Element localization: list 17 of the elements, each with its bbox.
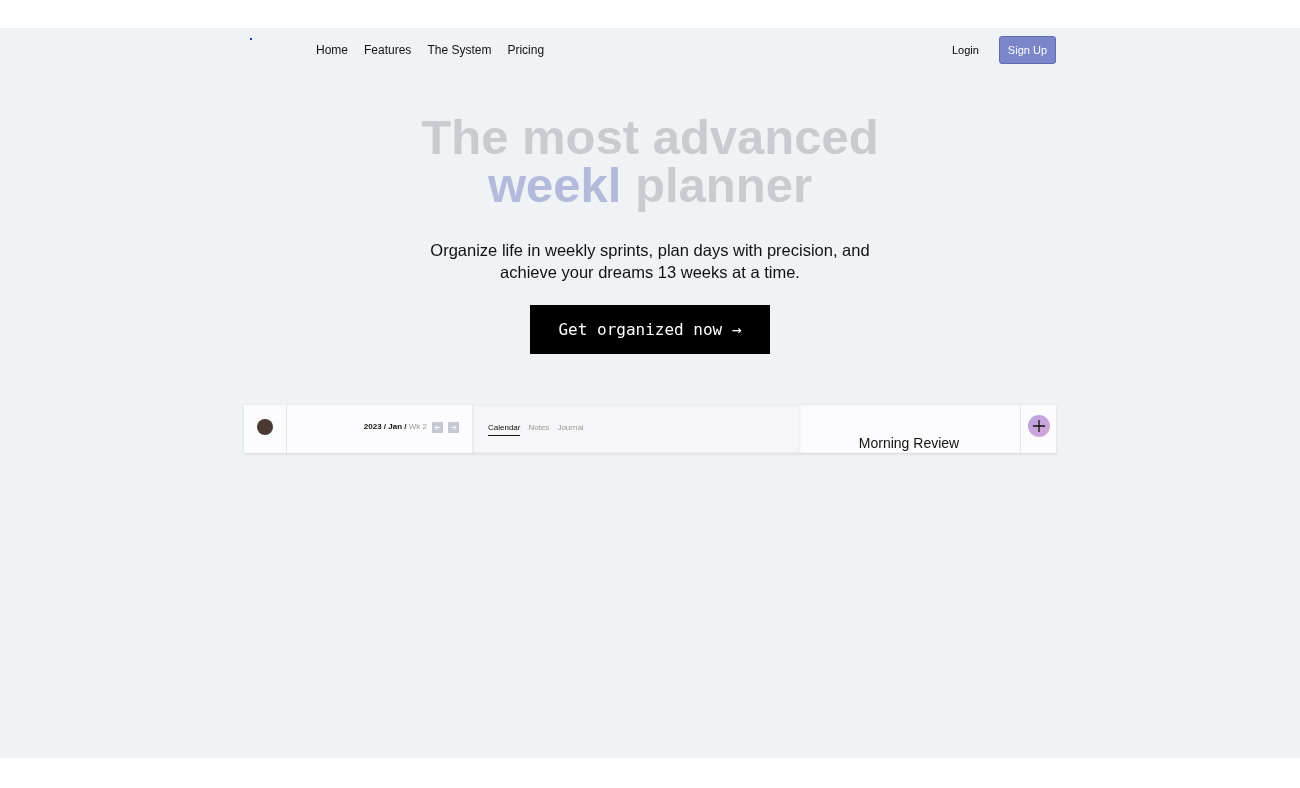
plus-icon xyxy=(1032,420,1045,432)
nav-link[interactable]: Home xyxy=(316,42,348,57)
subtitle: Organize life in weekly sprints, plan days with precision, and achieve your dreams 13 weeks at a time. xyxy=(429,240,871,283)
login-button[interactable]: Login xyxy=(945,42,985,57)
tab[interactable]: Calendar xyxy=(488,423,521,436)
nav-link[interactable]: Pricing xyxy=(507,42,545,57)
right-arrow-icon xyxy=(450,424,457,431)
avatar xyxy=(257,419,273,435)
cta-button[interactable]: Get organized now → xyxy=(530,305,770,354)
nav-link[interactable]: Features xyxy=(364,42,412,57)
next-week-button[interactable] xyxy=(448,422,459,433)
add-button[interactable] xyxy=(1027,415,1050,437)
panel-title: Morning Review xyxy=(858,435,960,451)
left-arrow-icon xyxy=(434,424,441,431)
nav-link[interactable]: The System xyxy=(427,42,492,57)
week-label: 2023 / Jan / Wk 2 xyxy=(363,422,427,431)
previous-week-button[interactable] xyxy=(432,422,443,433)
